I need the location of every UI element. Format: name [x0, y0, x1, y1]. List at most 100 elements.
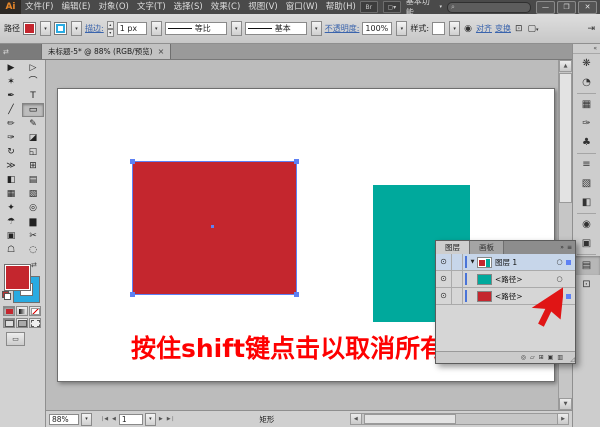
gradient-mode-button[interactable] [16, 306, 28, 316]
menu-item-help[interactable]: 帮助(H) [322, 0, 360, 14]
selection-tool[interactable]: ▶ [0, 61, 22, 75]
stroke-weight-stepper[interactable]: ▴ ▾ [107, 21, 114, 37]
screen-mode-button[interactable]: ▭ [6, 332, 25, 346]
menu-item-file[interactable]: 文件(F) [21, 0, 58, 14]
search-box[interactable]: ⌕ [447, 2, 531, 13]
select-similar-icon[interactable]: ▢▾ [527, 24, 540, 34]
delete-layer-icon[interactable]: ▥ [557, 354, 563, 361]
workspace-switcher[interactable]: 基本功能▾ [406, 0, 442, 18]
selection-handle[interactable] [294, 292, 299, 297]
close-button[interactable]: ✕ [578, 1, 597, 14]
style-field[interactable] [432, 22, 445, 35]
horizontal-scroll-track[interactable] [362, 414, 557, 424]
vertical-scroll-thumb[interactable] [559, 73, 572, 203]
brush-definition-dropdown[interactable]: 基本 [245, 22, 307, 35]
recolor-artwork-icon[interactable]: ◉ [463, 24, 473, 34]
tab-layers[interactable]: 图层 [436, 241, 470, 254]
selection-handle[interactable] [130, 159, 135, 164]
menu-item-type[interactable]: 文字(T) [133, 0, 170, 14]
blend-tool[interactable]: ◎ [22, 201, 44, 215]
bridge-icon[interactable]: Br [360, 1, 378, 13]
swap-fill-stroke-icon[interactable]: ⇄ [31, 261, 37, 269]
stroke-caret-icon[interactable]: ▾ [71, 21, 82, 36]
lock-cell[interactable] [452, 288, 463, 304]
path-name[interactable]: <路径> [495, 274, 553, 285]
clipping-mask-icon[interactable]: ▱ [530, 354, 535, 361]
panel-dock-toggle-icon[interactable]: ⇄ [0, 44, 41, 59]
next-artboard-icon[interactable]: ▶ [158, 416, 164, 422]
artboard-caret-icon[interactable]: ▾ [145, 413, 156, 426]
horizontal-scroll-thumb[interactable] [364, 414, 456, 424]
menu-item-view[interactable]: 视图(V) [244, 0, 281, 14]
shape-builder-tool[interactable]: ◧ [0, 173, 22, 187]
zoom-level-field[interactable]: 88% [49, 414, 79, 425]
transparency-panel-icon[interactable]: ◧ [573, 193, 600, 212]
fill-color-indicator[interactable] [4, 264, 31, 291]
stroke-weight-link[interactable]: 描边: [85, 23, 104, 34]
paintbrush-tool[interactable]: ✏ [0, 117, 22, 131]
selection-handle[interactable] [294, 159, 299, 164]
fill-caret-icon[interactable]: ▾ [40, 21, 51, 36]
color-mode-button[interactable] [3, 306, 15, 316]
disclosure-triangle-icon[interactable]: ▼ [468, 259, 477, 265]
draw-normal-button[interactable] [3, 318, 15, 328]
width-profile-dropdown[interactable]: 等比 [165, 22, 227, 35]
zoom-tool[interactable]: ◌ [22, 243, 44, 257]
stepper-up-icon[interactable]: ▴ [107, 21, 114, 29]
restore-button[interactable]: ❐ [557, 1, 576, 14]
tab-close-icon[interactable]: × [158, 47, 165, 56]
draw-inside-button[interactable] [29, 318, 41, 328]
draw-behind-button[interactable] [16, 318, 28, 328]
scroll-up-icon[interactable]: ▲ [559, 60, 572, 72]
type-tool[interactable]: T [22, 89, 44, 103]
horizontal-scrollbar[interactable]: ◀ ▶ [350, 413, 569, 425]
none-mode-button[interactable] [29, 306, 41, 316]
free-transform-tool[interactable]: ⊞ [22, 159, 44, 173]
target-circle-icon[interactable]: ○ [553, 275, 566, 283]
column-graph-tool[interactable]: ▆ [22, 215, 44, 229]
visibility-eye-icon[interactable]: ⊙ [436, 288, 452, 304]
scroll-left-icon[interactable]: ◀ [351, 414, 362, 424]
panel-resize-grip[interactable]: ◿ [570, 357, 575, 363]
dock-expand-icon[interactable]: « [573, 44, 600, 54]
eraser-tool[interactable]: ◪ [22, 131, 44, 145]
menu-item-effect[interactable]: 效果(C) [207, 0, 245, 14]
default-colors-icon[interactable] [2, 291, 11, 300]
artboard-tool[interactable]: ▣ [0, 229, 22, 243]
tab-artboards[interactable]: 画板 [470, 241, 504, 254]
eyedropper-tool[interactable]: ✦ [0, 201, 22, 215]
opacity-caret-icon[interactable]: ▾ [396, 21, 407, 36]
visibility-eye-icon[interactable]: ⊙ [436, 254, 452, 270]
artboard-number-field[interactable]: 1 [119, 414, 143, 425]
stroke-panel-icon[interactable]: ≡ [573, 155, 600, 174]
new-layer-icon[interactable]: ▣ [548, 354, 554, 361]
gradient-tool[interactable]: ▧ [22, 187, 44, 201]
rectangle-tool[interactable]: ▭ [22, 103, 44, 117]
slice-tool[interactable]: ✂ [22, 229, 44, 243]
panel-menu-icon[interactable]: ≡ [567, 244, 572, 251]
stepper-down-icon[interactable]: ▾ [107, 29, 114, 37]
swatches-panel-icon[interactable]: ▦ [573, 95, 600, 114]
menu-item-window[interactable]: 窗口(W) [282, 0, 322, 14]
pencil-tool[interactable]: ✎ [22, 117, 44, 131]
symbol-sprayer-tool[interactable]: ☂ [0, 215, 22, 229]
menu-item-edit[interactable]: 编辑(E) [58, 0, 95, 14]
new-sublayer-icon[interactable]: ⊞ [539, 354, 544, 361]
lasso-tool[interactable]: ⌒ [22, 75, 44, 89]
visibility-eye-icon[interactable]: ⊙ [436, 271, 452, 287]
zoom-caret-icon[interactable]: ▾ [81, 413, 92, 426]
selection-indicator[interactable] [566, 294, 575, 299]
layers-panel-icon[interactable]: ▤ [573, 256, 600, 275]
stroke-weight-field[interactable]: 1 px [117, 22, 147, 35]
scroll-right-icon[interactable]: ▶ [557, 414, 568, 424]
pen-tool[interactable]: ✒ [0, 89, 22, 103]
style-caret-icon[interactable]: ▾ [449, 21, 460, 36]
control-panel-menu-icon[interactable]: ⇥ [586, 24, 596, 34]
search-input[interactable] [457, 3, 527, 11]
menu-item-select[interactable]: 选择(S) [170, 0, 207, 14]
color-guide-panel-icon[interactable]: ◔ [573, 73, 600, 92]
width-tool[interactable]: ≫ [0, 159, 22, 173]
minimize-button[interactable]: — [536, 1, 555, 14]
artboards-panel-icon[interactable]: ⊡ [573, 275, 600, 294]
red-rectangle-shape[interactable] [132, 161, 297, 295]
